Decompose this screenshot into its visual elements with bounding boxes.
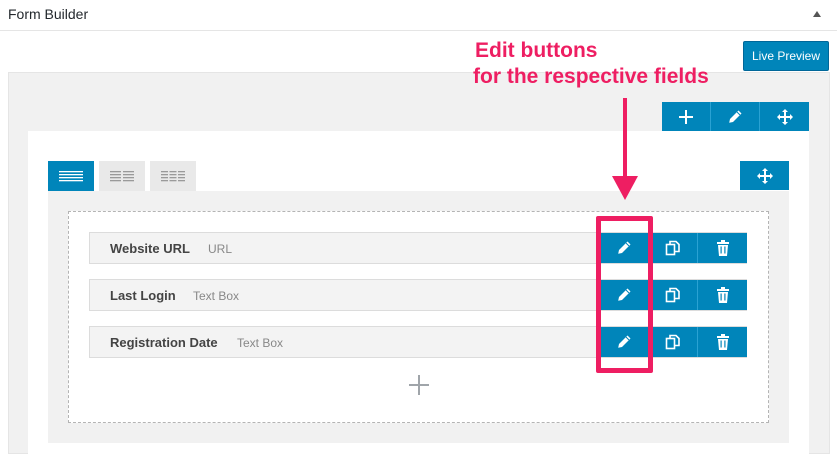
field-label: Last Login <box>110 288 176 303</box>
panel-header: Form Builder <box>0 0 837 31</box>
edit-section-button[interactable] <box>711 102 760 131</box>
edit-buttons-highlight <box>596 216 653 373</box>
annotation-line-2: for the respective fields <box>473 65 709 88</box>
duplicate-icon <box>665 240 680 256</box>
move-section-button[interactable] <box>760 102 809 131</box>
two-column-layout-icon <box>110 171 134 182</box>
one-column-layout-icon <box>59 171 83 182</box>
plus-icon <box>679 109 693 124</box>
duplicate-field-button[interactable] <box>649 280 698 310</box>
field-type: Text Box <box>237 336 284 350</box>
annotation-arrow-shaft <box>623 98 627 180</box>
move-row-button[interactable] <box>740 161 789 190</box>
plus-icon <box>409 375 429 395</box>
field-label: Registration Date <box>110 335 218 350</box>
duplicate-icon <box>665 334 680 350</box>
duplicate-icon <box>665 287 680 303</box>
field-label: Website URL <box>110 241 190 256</box>
collapse-toggle-icon[interactable] <box>813 11 821 17</box>
trash-icon <box>716 240 729 256</box>
move-icon <box>756 167 773 184</box>
annotation-line-1: Edit buttons <box>475 39 598 62</box>
field-type: Text Box <box>193 289 240 303</box>
tab-three-column[interactable] <box>150 161 196 191</box>
delete-field-button[interactable] <box>698 327 747 357</box>
duplicate-field-button[interactable] <box>649 327 698 357</box>
trash-icon <box>716 287 729 303</box>
three-column-layout-icon <box>161 171 185 182</box>
add-row-button[interactable] <box>662 102 711 131</box>
tab-one-column[interactable] <box>48 161 94 191</box>
trash-icon <box>716 334 729 350</box>
annotation-callout: Edit buttons for the respective fields <box>473 38 709 90</box>
tab-two-column[interactable] <box>99 161 145 191</box>
live-preview-button[interactable]: Live Preview <box>743 41 829 71</box>
add-field-button[interactable] <box>405 371 433 399</box>
pencil-icon <box>729 110 742 123</box>
delete-field-button[interactable] <box>698 280 747 310</box>
section-toolbar <box>662 102 809 131</box>
duplicate-field-button[interactable] <box>649 233 698 263</box>
annotation-arrow-head <box>612 176 638 200</box>
delete-field-button[interactable] <box>698 233 747 263</box>
field-type: URL <box>208 242 233 256</box>
move-icon <box>776 108 793 125</box>
panel-title: Form Builder <box>8 6 89 22</box>
